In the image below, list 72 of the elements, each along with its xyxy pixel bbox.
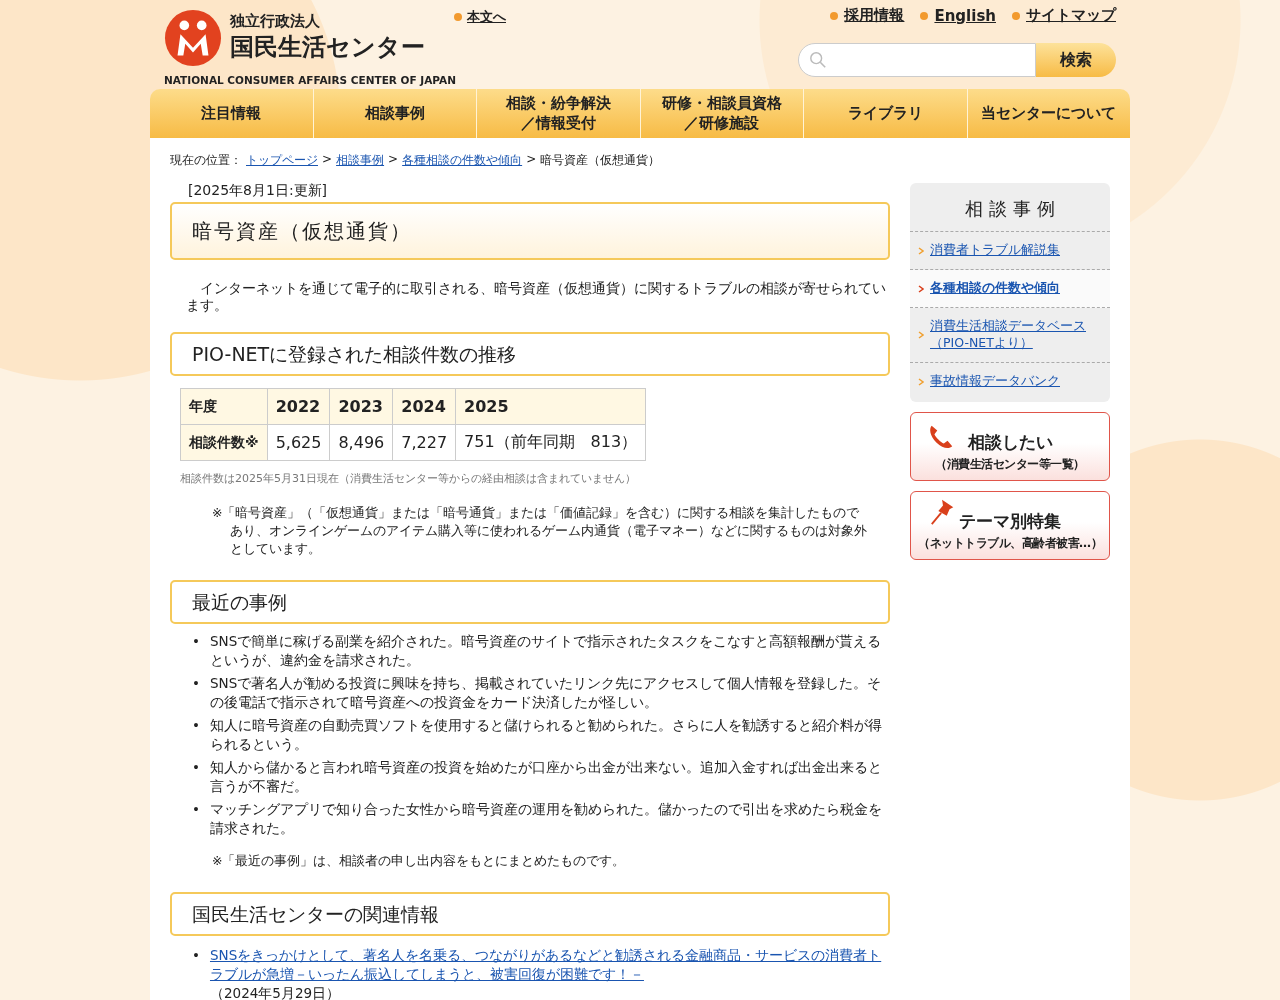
update-date: [2025年8月1日:更新] (188, 182, 329, 200)
logo-icon (164, 8, 222, 67)
breadcrumb-text: 現在の位置： (170, 152, 242, 169)
banner-link[interactable]: テーマ別特集 （ネットトラブル、高齢者被害…） (910, 491, 1110, 561)
search-button[interactable]: 検索 (1036, 43, 1116, 77)
section-heading: 最近の事例 (170, 580, 890, 624)
chevron-icon (918, 377, 924, 386)
sidebar-link[interactable]: 消費者トラブル解説集 (930, 242, 1060, 259)
breadcrumb-separator: > (526, 152, 537, 168)
bullet: • (192, 946, 200, 965)
nav-tab[interactable]: 相談・紛争解決 ／情報受付 (477, 89, 641, 138)
case-item: マッチングアプリで知り合った女性から暗号資産の運用を勧められた。儲かったので引出を求めたら税金を請求された。 (209, 800, 883, 838)
case-item: SNSで簡単に稼げる副業を紹介された。暗号資産のサイトで指示されたタスクをこなすと高額報酬が貰えるというが、違約金を請求された。 (209, 632, 883, 670)
table-cell: 8,496 (329, 424, 393, 461)
bullet: • (192, 632, 200, 651)
nav-tab[interactable]: 研修・相談員資格 ／研修施設 (640, 89, 804, 138)
breadcrumb-text: 暗号資産（仮想通貨） (540, 152, 661, 169)
bullet: • (192, 758, 200, 777)
table-header-cell: 2025 (455, 388, 646, 425)
breadcrumb-link[interactable]: 相談事例 (336, 152, 385, 169)
related-link[interactable]: SNSをきっかけとして、著名人を名乗る、つながりがあるなどと勧誘される金融商品・サービスの消費者トラブルが急増－いったん振込してしまうと、被害回復が困難です！－ (209, 946, 890, 984)
nav-tab[interactable]: 相談事例 (313, 89, 477, 138)
search-icon (809, 51, 827, 69)
table-cell: 7,227 (392, 424, 456, 461)
breadcrumb-separator: > (322, 152, 333, 168)
bullet: • (192, 716, 200, 735)
logo-subtitle: 独立行政法人 (230, 12, 321, 32)
sidebar-link[interactable]: 消費生活相談データベース （PIO-NETより） (930, 318, 1086, 352)
intro-text: インターネットを通じて電子的に取引される、暗号資産（仮想通貨）に関するトラブルの相談が寄せられています。 (186, 280, 887, 314)
table-caption: 相談件数は2025年5月31日現在（消費生活センター等からの経由相談は含まれていません） (180, 471, 637, 486)
sidebar-title: 相 談 事 例 (910, 183, 1110, 232)
footnote-text: ※「最近の事例」は、相談者の申し出内容をもとにまとめたものです。 (212, 852, 627, 870)
footnote-text: ※「暗号資産」（「仮想通貨」または「暗号通貨」または「価値記録」を含む）に関する相談を集計したものであり、オンラインゲームのアイテム購入等に使われるゲーム内通貨（電子マネー）などに関するものは対象外としています。 (212, 504, 868, 558)
bullet-icon (920, 11, 929, 20)
chevron-icon (918, 246, 924, 255)
date-text: （2024年5月29日） (209, 985, 341, 1000)
logo-title: 国民生活センター (230, 32, 425, 64)
bullet: • (192, 674, 200, 693)
case-item: 知人に暗号資産の自動売買ソフトを使用すると儲けられると勧められた。さらに人を勧誘すると紹介料が得られるという。 (209, 716, 883, 754)
header-link[interactable]: サイトマップ (1026, 6, 1116, 25)
page-title: 暗号資産（仮想通貨） (170, 202, 890, 260)
search-field[interactable] (798, 43, 1036, 77)
table-cell: 751（前年同期 813） (455, 424, 646, 461)
table-header-cell: 2022 (267, 388, 330, 425)
sidebar-link[interactable]: 事故情報データバンク (930, 373, 1060, 390)
bullet-icon (1012, 11, 1020, 20)
phone-icon (927, 423, 955, 451)
bullet-icon (454, 13, 462, 21)
skip-to-content-link[interactable]: 本文へ (467, 8, 506, 26)
banner-link[interactable]: 相談したい （消費生活センター等一覧） (910, 412, 1110, 482)
nav-tab[interactable]: 当センターについて (967, 89, 1130, 138)
breadcrumb-separator: > (388, 152, 399, 168)
nav-tab[interactable]: ライブラリ (804, 89, 968, 138)
table-header-cell: 年度 (180, 388, 268, 425)
bullet-icon (830, 11, 839, 20)
case-item: 知人から儲かると言われ暗号資産の投資を始めたが口座から出金が出来ない。追加入金すれば出金出来ると言うが不審だ。 (209, 758, 883, 796)
breadcrumb-link[interactable]: 各種相談の件数や傾向 (402, 152, 523, 169)
header-link[interactable]: English (934, 6, 996, 25)
table-header-cell: 2024 (392, 388, 456, 425)
table-header-cell: 相談件数※ (180, 424, 268, 461)
nav-tab[interactable]: 注目情報 (150, 89, 314, 138)
logo-english-name: NATIONAL CONSUMER AFFAIRS CENTER OF JAPAN (164, 74, 454, 87)
bullet: • (192, 800, 200, 819)
chevron-icon (918, 284, 924, 293)
section-heading: 国民生活センターの関連情報 (170, 892, 890, 936)
table-cell: 5,625 (267, 424, 330, 461)
section-heading: PIO-NETに登録された相談件数の推移 (170, 332, 890, 376)
header-link[interactable]: 採用情報 (844, 6, 905, 25)
case-item: SNSで著名人が勧める投資に興味を持ち、掲載されていたリンク先にアクセスして個人情報を登録した。その後電話で指示されて暗号資産への投資金をカード決済したが怪しい。 (209, 674, 883, 712)
breadcrumb-link[interactable]: トップページ (246, 152, 318, 169)
chevron-icon (918, 331, 924, 339)
table-header-cell: 2023 (329, 388, 393, 425)
